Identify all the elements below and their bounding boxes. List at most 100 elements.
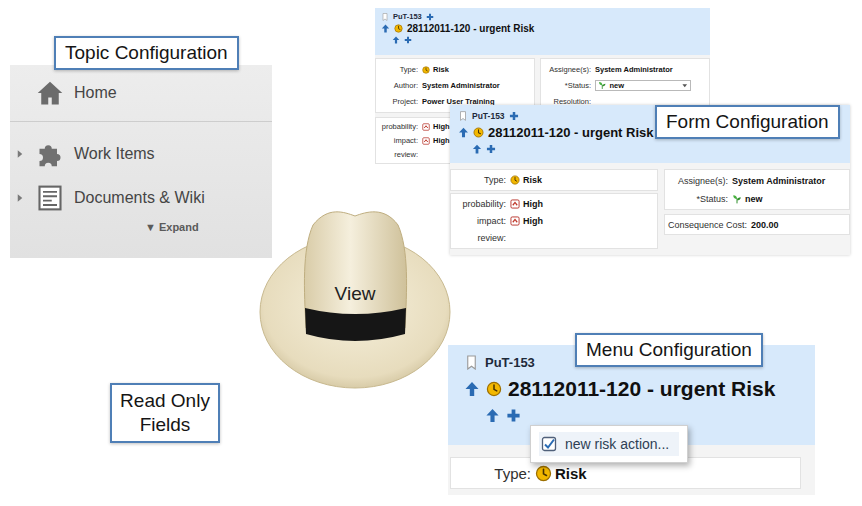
field-row: impact: High xyxy=(454,213,654,229)
risk-clock-icon xyxy=(422,66,430,74)
up-arrow-icon[interactable] xyxy=(472,144,482,154)
topic-item[interactable]: Work Items xyxy=(10,137,272,171)
field-row: Assignee(s): System Administrator xyxy=(668,172,846,189)
expand-caret-icon[interactable] xyxy=(14,192,26,204)
work-item-menu-view: PuT-153 28112011-120 - urgent Risk Type:Ri… xyxy=(448,345,815,495)
field-label: Type: xyxy=(454,175,506,185)
field-label: probability: xyxy=(378,122,418,131)
work-item-actions xyxy=(464,408,799,423)
field-value: System Administrator xyxy=(732,176,846,186)
work-item-title: 28112011-120 - urgent Risk xyxy=(508,377,775,401)
menu-configuration-label: Menu Configuration xyxy=(575,333,763,367)
work-item-actions xyxy=(458,144,842,154)
work-item-title-line: 28112011-120 - urgent Risk xyxy=(381,23,702,34)
risk-clock-icon xyxy=(473,127,484,138)
work-item-actions xyxy=(381,36,702,44)
field-label: Author: xyxy=(378,81,418,90)
cost-fields: Consequence Cost:200.00 xyxy=(664,214,850,235)
field-row: *Status: new xyxy=(668,190,846,207)
field-value: new xyxy=(732,194,846,204)
field-label: impact: xyxy=(454,216,506,226)
hat-label: View xyxy=(335,283,376,304)
bookmark-icon xyxy=(458,111,468,121)
field-label: review: xyxy=(378,150,418,159)
field-label: probability: xyxy=(454,199,506,209)
configuration-collage: Home Work Items Documents & Wiki ▼ Expand To… xyxy=(0,0,862,506)
field-row: probability: High xyxy=(454,196,654,212)
up-arrow-icon[interactable] xyxy=(464,381,480,397)
field-value: Risk xyxy=(510,175,654,185)
topic-item[interactable]: Documents & Wiki xyxy=(10,181,272,215)
custom-fields: probability: High impact: High review: xyxy=(450,193,658,249)
risk-clock-icon xyxy=(510,175,520,185)
risk-clock-icon xyxy=(486,381,502,397)
status-new-icon xyxy=(732,194,742,204)
topic-item[interactable]: Home xyxy=(10,76,272,110)
field-label: Assignee(s): xyxy=(543,65,591,74)
field-label: Type: xyxy=(455,465,531,482)
work-item-title: 28112011-120 - urgent Risk xyxy=(488,125,654,140)
plus-icon[interactable] xyxy=(506,408,521,423)
field-label: review: xyxy=(454,233,506,243)
home-icon xyxy=(36,79,64,107)
field-row: Type:Risk xyxy=(455,459,796,487)
topic-label: Documents & Wiki xyxy=(74,189,272,207)
field-value: 200.00 xyxy=(751,220,846,230)
assignment-fields: Assignee(s): System Administrator *Status:… xyxy=(664,169,850,210)
work-item-header: PuT-153 28112011-120 - urgent Risk xyxy=(375,8,710,55)
field-label: Assignee(s): xyxy=(668,176,728,186)
read-only-fields-label: Read Only Fields xyxy=(110,383,220,443)
bookmark-icon xyxy=(381,13,389,21)
topic-label: Home xyxy=(74,84,272,102)
expand-caret-icon[interactable] xyxy=(14,148,26,160)
work-item-title-line: 28112011-120 - urgent Risk xyxy=(464,377,799,401)
field-row: Type: Risk xyxy=(454,172,654,188)
topic-navigation: Home Work Items Documents & Wiki ▼ Expand xyxy=(10,65,272,258)
menu-item-label: new risk action... xyxy=(565,436,669,452)
up-arrow-icon[interactable] xyxy=(485,408,500,423)
puzzle-icon xyxy=(36,140,64,168)
plus-icon[interactable] xyxy=(509,111,519,121)
status-select[interactable]: new xyxy=(595,80,691,91)
menu-item[interactable]: new risk action... xyxy=(539,432,679,456)
risk-clock-icon xyxy=(535,465,552,482)
context-menu: new risk action... xyxy=(530,425,688,463)
field-value: High xyxy=(510,216,654,226)
work-item-id: PuT-153 xyxy=(485,355,535,370)
status-new-icon xyxy=(598,81,607,90)
risk-clock-icon xyxy=(394,24,403,33)
field-label: Type: xyxy=(378,65,418,74)
checkbox-icon xyxy=(541,436,557,452)
field-value: System Administrator xyxy=(422,81,532,90)
bookmark-icon xyxy=(464,355,479,370)
form-configuration-label: Form Configuration xyxy=(655,105,840,139)
field-label: impact: xyxy=(378,136,418,145)
plus-icon[interactable] xyxy=(404,36,412,44)
field-label: *Status: xyxy=(543,81,591,90)
field-label: *Status: xyxy=(668,194,728,204)
high-priority-icon xyxy=(422,137,430,145)
topic-configuration-label: Topic Configuration xyxy=(54,36,239,70)
field-value: System Administrator xyxy=(595,65,707,74)
standard-fields: Type: Risk xyxy=(450,169,658,191)
field-value: Risk xyxy=(535,465,796,482)
plus-icon[interactable] xyxy=(426,13,434,21)
work-item-id: PuT-153 xyxy=(393,12,422,21)
plus-icon[interactable] xyxy=(486,144,496,154)
up-arrow-icon[interactable] xyxy=(392,36,400,44)
document-icon xyxy=(36,184,64,212)
high-priority-icon xyxy=(510,216,520,226)
dropdown-caret-icon xyxy=(681,82,689,90)
field-row: Author: System Administrator xyxy=(378,78,532,93)
field-row: *Status: new xyxy=(543,78,707,93)
high-priority-icon xyxy=(510,199,520,209)
field-value: Risk xyxy=(422,65,532,74)
up-arrow-icon[interactable] xyxy=(381,24,390,33)
field-value: High xyxy=(510,199,654,209)
field-row: Consequence Cost:200.00 xyxy=(668,216,846,233)
view-hat: View xyxy=(258,200,453,395)
up-arrow-icon[interactable] xyxy=(458,127,469,138)
work-item-id: PuT-153 xyxy=(472,111,505,121)
topic-label: Work Items xyxy=(74,145,272,163)
expand-link[interactable]: ▼ Expand xyxy=(10,221,272,233)
